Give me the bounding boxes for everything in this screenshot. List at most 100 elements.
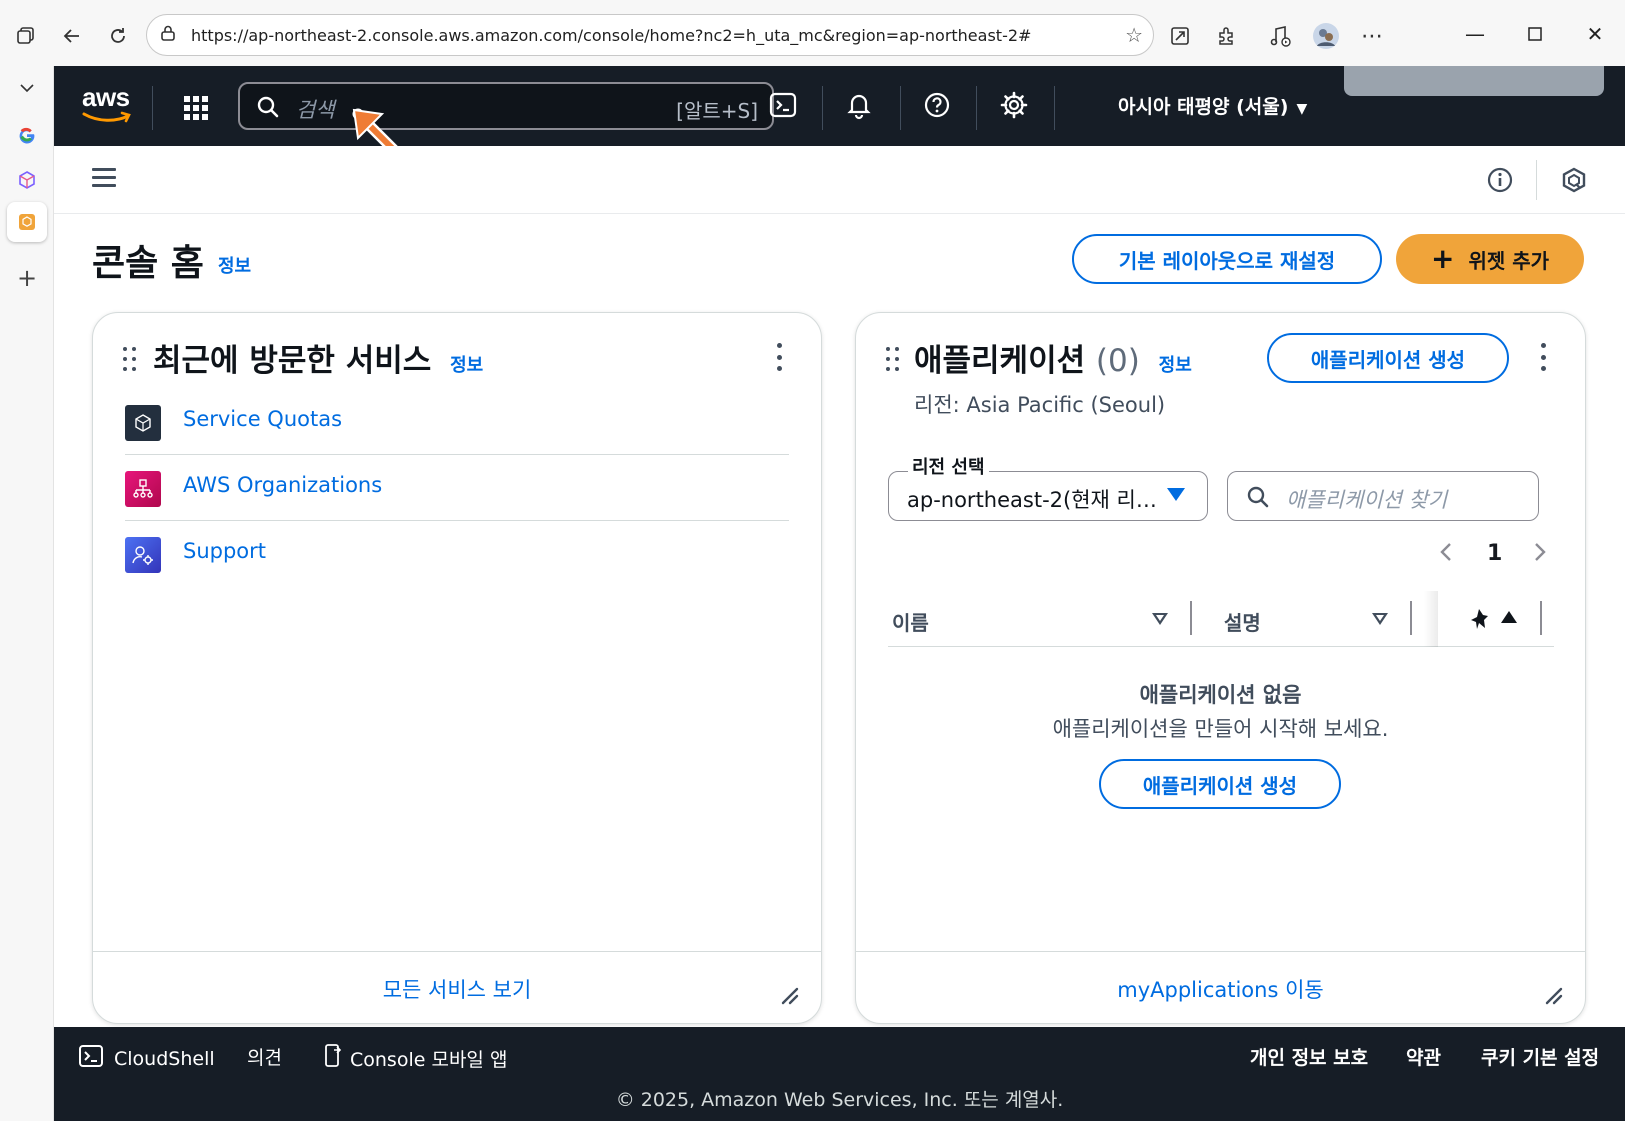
find-placeholder: 애플리케이션 찾기 [1286, 488, 1448, 512]
drag-handle-icon[interactable] [123, 347, 137, 373]
amazon-q-icon[interactable] [1560, 166, 1588, 198]
aws-tab-icon[interactable] [7, 202, 47, 242]
widget-menu-icon[interactable] [777, 343, 783, 371]
profile-avatar-icon[interactable] [1308, 18, 1344, 54]
prev-page-icon[interactable] [1438, 541, 1454, 569]
address-bar[interactable]: https://ap-northeast-2.console.aws.amazo… [146, 14, 1154, 56]
footer-terms-link[interactable]: 약관 [1406, 1043, 1441, 1070]
recently-visited-widget: 최근에 방문한 서비스 정보 Service Quotas AWS Organi… [92, 312, 822, 1024]
footer-cookie-link[interactable]: 쿠키 기본 설정 [1481, 1043, 1599, 1070]
apps-count: (0) [1095, 343, 1140, 379]
mobile-app-icon [324, 1043, 342, 1074]
url-text: https://ap-northeast-2.console.aws.amazo… [191, 25, 1032, 45]
region-info: 리전: Asia Pacific (Seoul) [914, 393, 1166, 417]
service-link[interactable]: Support [183, 539, 266, 563]
widget-title: 애플리케이션 (0) 정보 [914, 335, 1192, 380]
resize-handle-icon[interactable] [1543, 985, 1563, 1005]
close-window-icon[interactable]: ✕ [1577, 18, 1613, 50]
search-input[interactable]: 검색 [알트+S] [238, 82, 774, 130]
add-tab-icon[interactable]: + [7, 258, 47, 298]
next-page-icon[interactable] [1532, 541, 1548, 569]
info-circle-icon[interactable] [1486, 166, 1514, 198]
region-selector[interactable]: 아시아 태평양 (서울) ▼ [1118, 92, 1307, 119]
cloudshell-icon[interactable] [768, 90, 802, 124]
sort-down-icon[interactable] [1152, 613, 1168, 625]
search-icon [1246, 485, 1270, 513]
reset-layout-button[interactable]: 기본 레이아웃으로 재설정 [1072, 234, 1382, 284]
my-applications-link[interactable]: myApplications 이동 [856, 974, 1585, 1004]
page-title: 콘솔 홈 [92, 243, 204, 284]
footer-cloudshell[interactable]: CloudShell [78, 1043, 215, 1074]
empty-state-title: 애플리케이션 없음 [1139, 683, 1302, 707]
chevron-down-icon[interactable] [7, 68, 47, 108]
tab-actions-icon[interactable] [8, 18, 44, 54]
service-row: AWS Organizations [125, 455, 789, 521]
minimize-icon[interactable]: — [1457, 18, 1493, 50]
nav-divider [1054, 86, 1055, 130]
view-all-services-link[interactable]: 모든 서비스 보기 [93, 974, 821, 1004]
find-application-input[interactable]: 애플리케이션 찾기 [1227, 471, 1539, 521]
plus-icon: + [1430, 242, 1455, 275]
widget-menu-icon[interactable] [1541, 343, 1547, 371]
maximize-icon[interactable] [1517, 18, 1553, 50]
cube-app-icon[interactable] [7, 160, 47, 200]
pin-icon[interactable] [1468, 607, 1490, 635]
page-info-link[interactable]: 정보 [218, 252, 251, 278]
footer-mobile-app-label: Console 모바일 앱 [350, 1049, 508, 1071]
recent-info-link[interactable]: 정보 [450, 355, 483, 376]
column-separator[interactable] [1540, 601, 1542, 635]
favorite-star-icon[interactable]: ☆ [1125, 23, 1143, 47]
resize-handle-icon[interactable] [779, 985, 799, 1005]
footer-copyright: © 2025, Amazon Web Services, Inc. 또는 계열사… [615, 1089, 1064, 1111]
footer-mobile-app[interactable]: Console 모바일 앱 [324, 1043, 507, 1074]
services-menu-icon[interactable] [184, 96, 208, 120]
more-options-icon[interactable]: ⋯ [1354, 18, 1390, 54]
apps-info-link[interactable]: 정보 [1159, 355, 1192, 376]
open-in-new-window-icon[interactable] [1162, 18, 1198, 54]
sub-bar-divider [1536, 160, 1537, 200]
create-application-button[interactable]: 애플리케이션 생성 [1267, 333, 1509, 383]
settings-gear-icon[interactable] [999, 90, 1033, 124]
organizations-icon [125, 471, 161, 507]
column-description-header[interactable]: 설명 [1224, 607, 1261, 636]
sort-up-icon[interactable] [1500, 609, 1518, 629]
sort-down-icon[interactable] [1372, 613, 1388, 625]
browser-toolbar: https://ap-northeast-2.console.aws.amazo… [0, 0, 1625, 66]
footer-privacy-link[interactable]: 개인 정보 보호 [1250, 1043, 1368, 1070]
footer-feedback[interactable]: 의견 [247, 1043, 282, 1070]
extensions-icon[interactable] [1208, 18, 1244, 54]
table-header: 이름 설명 [888, 591, 1554, 647]
console-footer: CloudShell 의견 Console 모바일 앱 개인 정보 보호 약관 … [54, 1027, 1625, 1121]
service-row: Support [125, 521, 789, 587]
page-number[interactable]: 1 [1487, 541, 1502, 566]
service-quotas-icon [125, 405, 161, 441]
add-widget-button[interactable]: + 위젯 추가 [1396, 234, 1584, 284]
search-icon [256, 95, 280, 123]
column-separator[interactable] [1410, 601, 1412, 635]
media-control-icon[interactable] [1262, 18, 1298, 54]
account-menu[interactable] [1344, 66, 1604, 96]
caret-down-icon [1167, 488, 1185, 501]
lock-icon [159, 24, 177, 46]
drag-handle-icon[interactable] [886, 347, 900, 373]
service-link[interactable]: Service Quotas [183, 407, 342, 431]
applications-widget: 애플리케이션 (0) 정보 애플리케이션 생성 리전: Asia Pacific… [855, 312, 1586, 1024]
nav-divider [152, 86, 153, 130]
google-icon[interactable] [7, 114, 47, 154]
region-select-label: 리전 선택 [908, 453, 989, 479]
refresh-icon[interactable] [100, 18, 136, 54]
region-select-value: ap-northeast-2(현재 리전) [907, 488, 1157, 512]
menu-hamburger-icon[interactable] [92, 168, 116, 188]
column-separator[interactable] [1190, 601, 1192, 635]
service-link[interactable]: AWS Organizations [183, 473, 382, 497]
footer-cloudshell-label: CloudShell [114, 1047, 215, 1070]
cloudshell-icon [78, 1043, 104, 1074]
aws-logo[interactable]: aws [82, 84, 134, 128]
notifications-bell-icon[interactable] [844, 90, 878, 124]
service-row: Service Quotas [125, 389, 789, 455]
back-icon[interactable] [54, 18, 90, 54]
empty-create-application-button[interactable]: 애플리케이션 생성 [1099, 759, 1341, 809]
column-name-header[interactable]: 이름 [892, 607, 929, 636]
help-icon[interactable] [922, 90, 956, 124]
apps-title: 애플리케이션 [914, 343, 1086, 379]
